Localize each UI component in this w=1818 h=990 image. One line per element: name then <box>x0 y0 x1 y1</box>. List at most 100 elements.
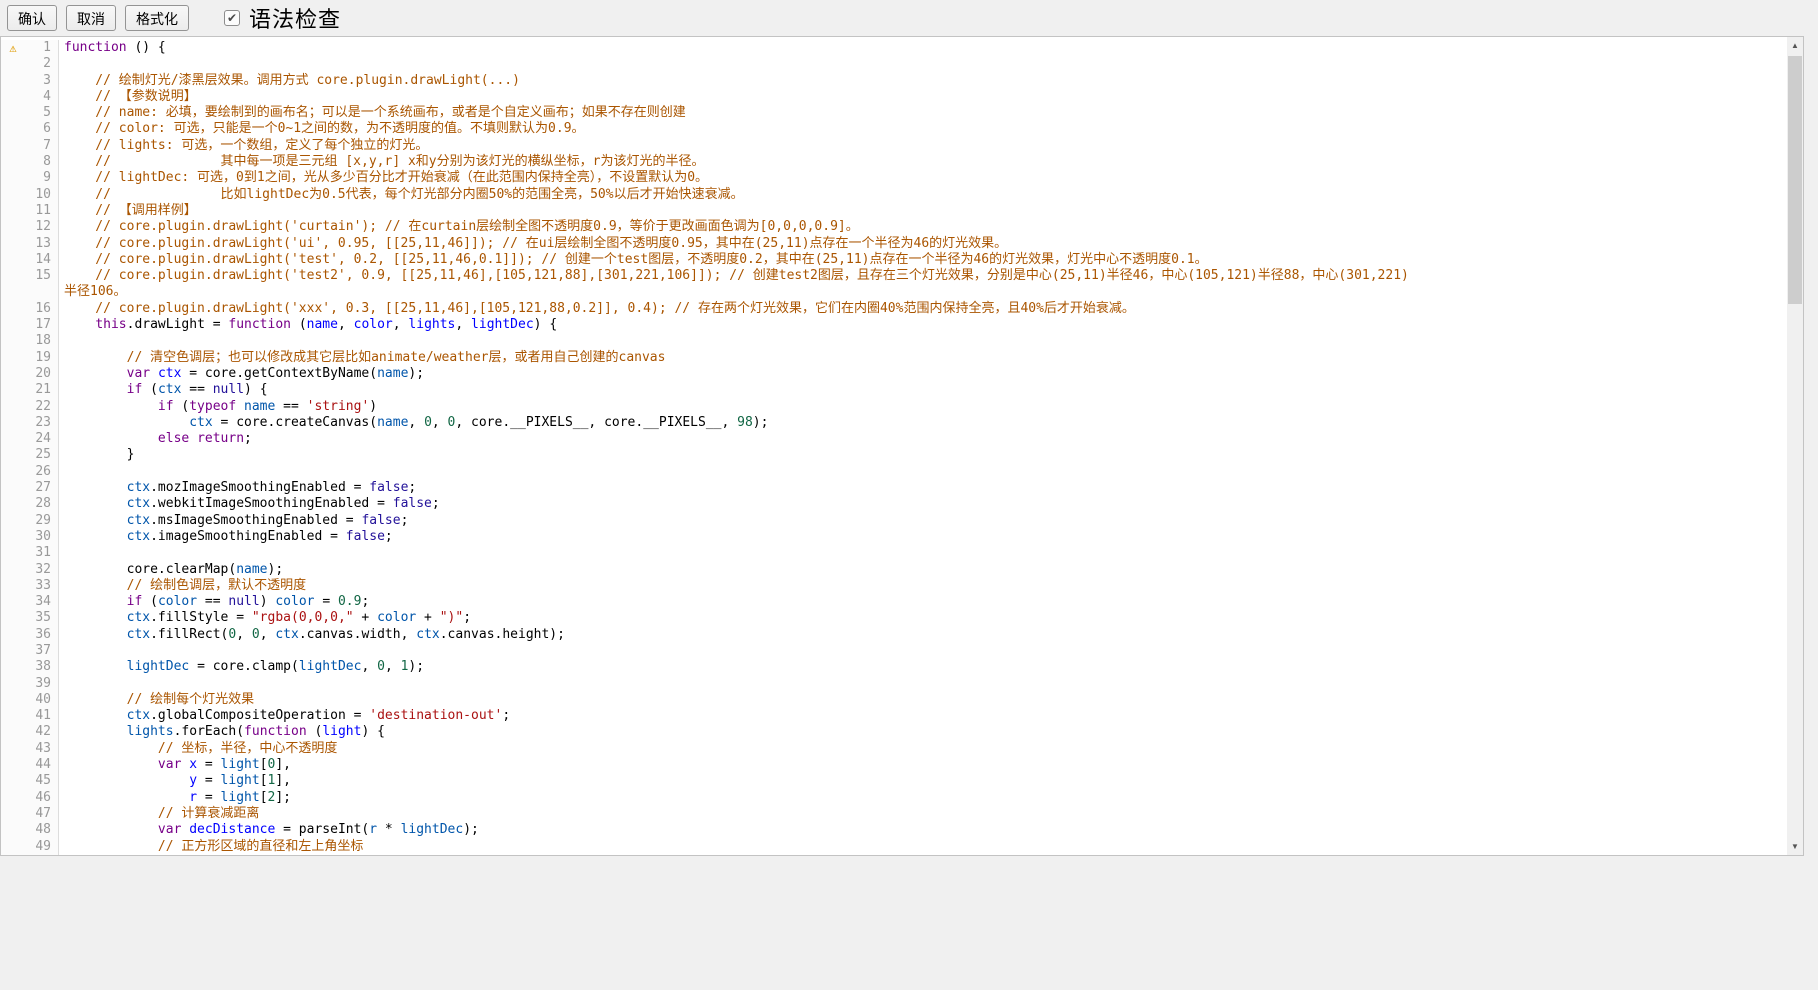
code-line-text[interactable]: // 绘制色调层，默认不透明度 <box>59 578 306 594</box>
code-line-text[interactable]: // name: 必填，要绘制到的画布名；可以是一个系统画布，或者是个自定义画布… <box>59 105 686 121</box>
code-line[interactable]: 26 <box>1 464 1787 480</box>
code-line[interactable]: 23 ctx = core.createCanvas(name, 0, 0, c… <box>1 415 1787 431</box>
code-line-text[interactable]: // 绘制灯光/漆黑层效果。调用方式 core.plugin.drawLight… <box>59 73 520 89</box>
scrollbar-thumb[interactable] <box>1788 56 1802 304</box>
code-line-text[interactable]: } <box>59 447 134 463</box>
code-line[interactable]: 27 ctx.mozImageSmoothingEnabled = false; <box>1 480 1787 496</box>
code-line[interactable]: 21 if (ctx == null) { <box>1 382 1787 398</box>
code-line-text[interactable]: ctx.imageSmoothingEnabled = false; <box>59 529 393 545</box>
code-line[interactable]: 38 lightDec = core.clamp(lightDec, 0, 1)… <box>1 659 1787 675</box>
code-line-text[interactable]: ctx.fillStyle = "rgba(0,0,0," + color + … <box>59 610 471 626</box>
code-line-text[interactable]: y = light[1], <box>59 773 291 789</box>
code-line-text[interactable]: // core.plugin.drawLight('ui', 0.95, [[2… <box>59 236 1007 252</box>
code-line[interactable]: 9 // lightDec: 可选，0到1之间，光从多少百分比才开始衰减（在此范… <box>1 170 1787 186</box>
confirm-button[interactable]: 确认 <box>7 5 57 31</box>
code-line-text[interactable]: lightDec = core.clamp(lightDec, 0, 1); <box>59 659 424 675</box>
code-area[interactable]: ⚠1function () {23 // 绘制灯光/漆黑层效果。调用方式 cor… <box>1 37 1787 855</box>
code-line[interactable]: 16 // core.plugin.drawLight('xxx', 0.3, … <box>1 301 1787 317</box>
lint-warning-icon[interactable]: ⚠ <box>9 41 16 55</box>
code-line-text[interactable]: // core.plugin.drawLight('curtain'); // … <box>59 219 859 235</box>
code-line[interactable]: 35 ctx.fillStyle = "rgba(0,0,0," + color… <box>1 610 1787 626</box>
code-line-text[interactable]: // color: 可选，只能是一个0~1之间的数，为不透明度的值。不填则默认为… <box>59 121 585 137</box>
code-line-text[interactable] <box>59 56 64 72</box>
code-line[interactable]: 46 r = light[2]; <box>1 790 1787 806</box>
code-line[interactable]: 44 var x = light[0], <box>1 757 1787 773</box>
code-line-text[interactable]: // 正方形区域的直径和左上角坐标 <box>59 839 363 855</box>
code-line[interactable]: 31 <box>1 545 1787 561</box>
code-line[interactable]: ⚠1function () { <box>1 40 1787 56</box>
code-line[interactable]: 10 // 比如lightDec为0.5代表，每个灯光部分内圈50%的范围全亮，… <box>1 187 1787 203</box>
code-line-text[interactable]: ctx.fillRect(0, 0, ctx.canvas.width, ctx… <box>59 627 565 643</box>
code-line[interactable]: 17 this.drawLight = function (name, colo… <box>1 317 1787 333</box>
code-line[interactable]: 7 // lights: 可选，一个数组，定义了每个独立的灯光。 <box>1 138 1787 154</box>
code-line[interactable]: 11 // 【调用样例】 <box>1 203 1787 219</box>
code-line-text[interactable]: var x = light[0], <box>59 757 291 773</box>
code-line-text[interactable]: // 其中每一项是三元组 [x,y,r] x和y分别为该灯光的横纵坐标，r为该灯… <box>59 154 704 170</box>
code-line-text[interactable]: // 计算衰减距离 <box>59 806 259 822</box>
code-line[interactable]: 20 var ctx = core.getContextByName(name)… <box>1 366 1787 382</box>
code-line[interactable]: 41 ctx.globalCompositeOperation = 'desti… <box>1 708 1787 724</box>
code-line-text[interactable]: else return; <box>59 431 252 447</box>
code-line-text[interactable] <box>59 643 64 659</box>
code-line[interactable]: 5 // name: 必填，要绘制到的画布名；可以是一个系统画布，或者是个自定义… <box>1 105 1787 121</box>
code-line[interactable]: 14 // core.plugin.drawLight('test', 0.2,… <box>1 252 1787 268</box>
code-line-text[interactable]: ctx.webkitImageSmoothingEnabled = false; <box>59 496 440 512</box>
code-line[interactable]: 半径106。 <box>1 284 1787 300</box>
code-line[interactable]: 2 <box>1 56 1787 72</box>
code-line-text[interactable]: // core.plugin.drawLight('test', 0.2, [[… <box>59 252 1208 268</box>
code-line-text[interactable]: r = light[2]; <box>59 790 291 806</box>
code-line-text[interactable]: // core.plugin.drawLight('test2', 0.9, [… <box>59 268 1409 284</box>
code-line-text[interactable]: var ctx = core.getContextByName(name); <box>59 366 424 382</box>
code-line[interactable]: 40 // 绘制每个灯光效果 <box>1 692 1787 708</box>
code-line-text[interactable]: // lightDec: 可选，0到1之间，光从多少百分比才开始衰减（在此范围内… <box>59 170 708 186</box>
scroll-up-icon[interactable]: ▲ <box>1787 37 1803 54</box>
code-line[interactable]: 4 // 【参数说明】 <box>1 89 1787 105</box>
code-line-text[interactable] <box>59 676 64 692</box>
code-line-text[interactable]: // core.plugin.drawLight('xxx', 0.3, [[2… <box>59 301 1135 317</box>
code-line-text[interactable] <box>59 545 64 561</box>
format-button[interactable]: 格式化 <box>125 5 189 31</box>
cancel-button[interactable]: 取消 <box>66 5 116 31</box>
code-line-text[interactable]: ctx.globalCompositeOperation = 'destinat… <box>59 708 510 724</box>
code-line-text[interactable] <box>59 464 64 480</box>
code-line[interactable]: 12 // core.plugin.drawLight('curtain'); … <box>1 219 1787 235</box>
code-line[interactable]: 39 <box>1 676 1787 692</box>
code-line-text[interactable]: if (typeof name == 'string') <box>59 399 377 415</box>
code-line[interactable]: 28 ctx.webkitImageSmoothingEnabled = fal… <box>1 496 1787 512</box>
code-line-text[interactable] <box>59 333 64 349</box>
code-line[interactable]: 29 ctx.msImageSmoothingEnabled = false; <box>1 513 1787 529</box>
code-line[interactable]: 8 // 其中每一项是三元组 [x,y,r] x和y分别为该灯光的横纵坐标，r为… <box>1 154 1787 170</box>
code-line-text[interactable]: if (ctx == null) { <box>59 382 268 398</box>
code-line[interactable]: 13 // core.plugin.drawLight('ui', 0.95, … <box>1 236 1787 252</box>
code-line[interactable]: 15 // core.plugin.drawLight('test2', 0.9… <box>1 268 1787 284</box>
code-line[interactable]: 33 // 绘制色调层，默认不透明度 <box>1 578 1787 594</box>
code-line-text[interactable]: 半径106。 <box>59 284 126 300</box>
code-line-text[interactable]: // lights: 可选，一个数组，定义了每个独立的灯光。 <box>59 138 428 154</box>
code-line-text[interactable]: ctx.msImageSmoothingEnabled = false; <box>59 513 408 529</box>
code-line[interactable]: 36 ctx.fillRect(0, 0, ctx.canvas.width, … <box>1 627 1787 643</box>
code-line-text[interactable]: core.clearMap(name); <box>59 562 283 578</box>
code-line-text[interactable]: function () { <box>59 40 166 56</box>
code-line-text[interactable]: this.drawLight = function (name, color, … <box>59 317 557 333</box>
vertical-scrollbar[interactable]: ▲ ▼ <box>1787 37 1803 855</box>
code-line-text[interactable]: // 坐标，半径，中心不透明度 <box>59 741 337 757</box>
code-editor[interactable]: ⚠1function () {23 // 绘制灯光/漆黑层效果。调用方式 cor… <box>0 36 1804 856</box>
code-line-text[interactable]: if (color == null) color = 0.9; <box>59 594 369 610</box>
code-line-text[interactable]: // 清空色调层；也可以修改成其它层比如animate/weather层，或者用… <box>59 350 665 366</box>
code-line[interactable]: 45 y = light[1], <box>1 773 1787 789</box>
code-line[interactable]: 32 core.clearMap(name); <box>1 562 1787 578</box>
code-line[interactable]: 42 lights.forEach(function (light) { <box>1 724 1787 740</box>
code-line-text[interactable]: lights.forEach(function (light) { <box>59 724 385 740</box>
code-line-text[interactable]: // 【参数说明】 <box>59 89 197 105</box>
code-line-text[interactable]: // 绘制每个灯光效果 <box>59 692 254 708</box>
code-line-text[interactable]: ctx.mozImageSmoothingEnabled = false; <box>59 480 416 496</box>
code-line-text[interactable]: // 比如lightDec为0.5代表，每个灯光部分内圈50%的范围全亮，50%… <box>59 187 744 203</box>
code-line-text[interactable]: ctx = core.createCanvas(name, 0, 0, core… <box>59 415 768 431</box>
code-line[interactable]: 24 else return; <box>1 431 1787 447</box>
syntax-check-checkbox[interactable]: ✔ <box>224 10 240 26</box>
code-line-text[interactable]: var decDistance = parseInt(r * lightDec)… <box>59 822 479 838</box>
code-line[interactable]: 43 // 坐标，半径，中心不透明度 <box>1 741 1787 757</box>
code-line[interactable]: 19 // 清空色调层；也可以修改成其它层比如animate/weather层，… <box>1 350 1787 366</box>
code-line[interactable]: 30 ctx.imageSmoothingEnabled = false; <box>1 529 1787 545</box>
code-line[interactable]: 47 // 计算衰减距离 <box>1 806 1787 822</box>
